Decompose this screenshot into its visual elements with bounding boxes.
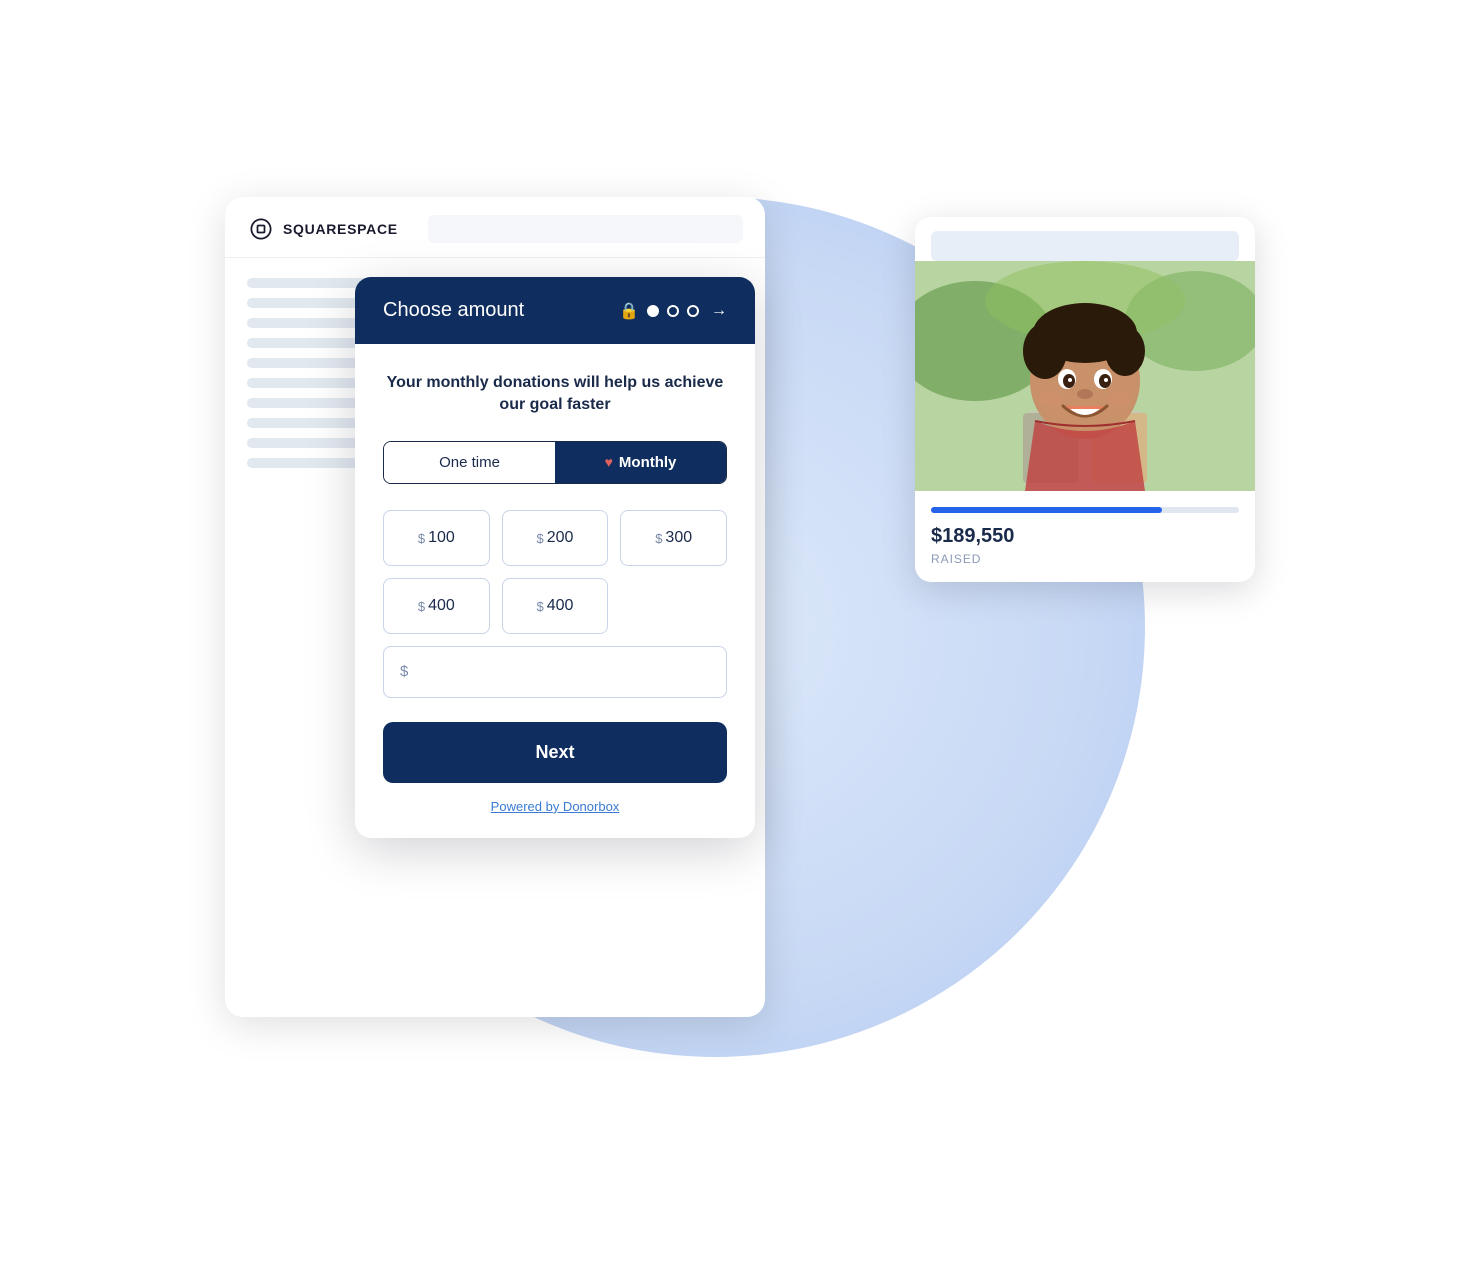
custom-amount-container: $ [383,646,727,698]
amount-grid: $ 100 $ 200 $ 300 [383,510,727,566]
raised-label: RAISED [931,552,1239,566]
custom-amount-input[interactable] [414,663,710,681]
amount-button-400b[interactable]: $ 400 [502,578,609,634]
donation-modal: Choose amount 🔒 → Your monthly donations… [355,277,755,838]
modal-body: Your monthly donations will help us achi… [355,344,755,838]
custom-currency-symbol: $ [400,663,408,680]
charity-card: $189,550 RAISED [915,217,1255,582]
progress-bar-fill [931,507,1162,513]
step-2-dot [667,305,679,317]
ss-logo-text: SQUARESPACE [283,221,398,237]
raised-amount: $189,550 [931,525,1239,548]
modal-steps: 🔒 → [619,301,727,321]
charity-info: $189,550 RAISED [915,491,1255,582]
heart-icon: ♥ [605,454,613,470]
ss-url-bar [428,215,743,243]
modal-header: Choose amount 🔒 → [355,277,755,344]
step-3-dot [687,305,699,317]
progress-bar-container [931,507,1239,513]
amount-button-400a[interactable]: $ 400 [383,578,490,634]
frequency-toggle: One time ♥ Monthly [383,441,727,484]
next-button[interactable]: Next [383,722,727,783]
charity-image [915,261,1255,491]
scene: SQUARESPACE Choose amount 🔒 → [185,137,1285,1137]
squarespace-logo-icon [247,215,275,243]
ss-header: SQUARESPACE [225,197,765,258]
charity-url-bar [931,231,1239,261]
child-illustration [915,261,1255,491]
step-arrow-icon: → [711,302,727,320]
amount-row-2: $ 400 $ 400 [383,578,727,634]
monthly-button[interactable]: ♥ Monthly [555,442,726,483]
modal-title: Choose amount [383,299,524,322]
amount-button-300[interactable]: $ 300 [620,510,727,566]
amount-button-200[interactable]: $ 200 [502,510,609,566]
modal-subtitle: Your monthly donations will help us achi… [383,372,727,417]
ss-logo: SQUARESPACE [247,215,398,243]
lock-icon: 🔒 [619,301,639,321]
step-1-dot [647,305,659,317]
one-time-button[interactable]: One time [384,442,555,483]
powered-by-link[interactable]: Powered by Donorbox [383,799,727,814]
amount-button-100[interactable]: $ 100 [383,510,490,566]
